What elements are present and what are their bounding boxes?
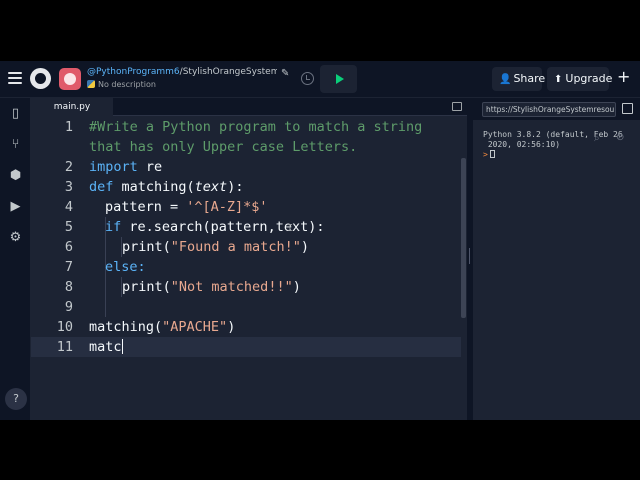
history-icon[interactable] xyxy=(301,72,314,85)
share-icon: 👤 xyxy=(499,74,512,85)
code-line[interactable]: 5 if re.search(pattern,text): xyxy=(31,217,461,237)
repl-avatar[interactable] xyxy=(59,68,81,90)
code-text: matc xyxy=(89,339,122,355)
python-icon xyxy=(87,80,95,88)
code-line[interactable]: 10 matching("APACHE") xyxy=(31,317,461,337)
line-number: 4 xyxy=(64,199,73,215)
code-text: print( xyxy=(122,279,171,295)
code-line[interactable]: 6 print("Found a match!") xyxy=(31,237,461,257)
console-output[interactable]: Python 3.8.2 (default, Feb 26 2020, 02:5… xyxy=(483,130,623,160)
repl-description: No description xyxy=(87,80,156,89)
edit-pencil-icon[interactable]: ✎ xyxy=(281,68,289,79)
editor-scrollbar[interactable] xyxy=(461,158,466,318)
code-line[interactable]: 4 pattern = '^[A-Z]*$' xyxy=(31,197,461,217)
left-sidebar: ▯ ⑂ ⬢ ▶ ⚙ ? xyxy=(0,98,31,420)
line-number: 10 xyxy=(56,319,73,335)
code-line[interactable]: 9 xyxy=(31,297,461,317)
mouse-ibeam-icon: I xyxy=(287,223,294,234)
code-line[interactable]: 7 else: xyxy=(31,257,461,277)
console-prompt: > xyxy=(483,150,488,159)
code-text: re.search(pattern,text): xyxy=(121,219,325,235)
console-line: Python 3.8.2 (default, Feb 26 xyxy=(483,130,623,139)
string-literal: '^[A-Z]*$' xyxy=(186,199,268,215)
text-cursor xyxy=(121,339,123,354)
code-line[interactable]: 8 print("Not matched!!") xyxy=(31,277,461,297)
line-number: 8 xyxy=(64,279,73,295)
upgrade-label: Upgrade xyxy=(565,72,613,85)
string-literal: "APACHE" xyxy=(162,319,228,335)
code-text: ) xyxy=(292,279,301,295)
share-label: Share xyxy=(513,72,546,85)
string-literal: "Not matched!!" xyxy=(170,279,293,295)
plus-icon[interactable]: + xyxy=(617,67,630,86)
layout-toggle-icon[interactable] xyxy=(452,102,462,111)
console-cursor xyxy=(489,150,495,158)
line-number: 11 xyxy=(56,339,73,355)
code-text: ) xyxy=(227,319,236,335)
line-number: 3 xyxy=(64,179,73,195)
description-text: No description xyxy=(98,80,156,89)
search-icon[interactable]: ⌕ xyxy=(594,133,600,144)
upgrade-button[interactable]: ⬆ Upgrade xyxy=(547,67,613,91)
repl-owner[interactable]: @PythonProgramm6 xyxy=(87,67,180,77)
code-text: re xyxy=(137,159,163,175)
clear-console-icon[interactable]: ⊘ xyxy=(616,132,624,143)
top-header: @PythonProgramm6/StylishOrangeSystemreso… xyxy=(0,61,640,98)
files-icon[interactable]: ▯ xyxy=(8,106,23,121)
run-button[interactable] xyxy=(320,65,357,93)
line-number: 5 xyxy=(64,219,73,235)
menu-icon[interactable] xyxy=(8,72,22,84)
code-line[interactable]: 3 def matching(text): xyxy=(31,177,461,197)
console-pane[interactable]: https://StylishOrangeSystemresource.pyth… xyxy=(473,98,640,420)
webview-url-input[interactable]: https://StylishOrangeSystemresource.pyth… xyxy=(482,102,616,117)
debugger-icon[interactable]: ▶ xyxy=(8,199,23,214)
code-text: that has only Upper case Letters. xyxy=(89,139,358,155)
version-control-icon[interactable]: ⑂ xyxy=(8,137,23,152)
replit-workspace: @PythonProgramm6/StylishOrangeSystemreso… xyxy=(0,61,640,420)
upgrade-icon: ⬆ xyxy=(554,74,563,85)
code-line[interactable]: 1 #Write a Python program to match a stri… xyxy=(31,117,461,137)
help-icon[interactable]: ? xyxy=(5,388,27,410)
code-area[interactable]: 1 #Write a Python program to match a stri… xyxy=(31,117,461,417)
code-line[interactable]: that has only Upper case Letters. xyxy=(31,137,461,157)
line-number: 7 xyxy=(64,259,73,275)
replit-logo-icon[interactable] xyxy=(30,68,51,89)
packages-icon[interactable]: ⬢ xyxy=(8,168,23,183)
code-text: pattern = xyxy=(105,199,187,215)
line-number: 6 xyxy=(64,239,73,255)
line-number: 1 xyxy=(64,119,73,135)
keyword: import xyxy=(89,159,138,175)
code-text: ): xyxy=(227,179,244,195)
line-number: 9 xyxy=(64,299,73,315)
tab-main-py[interactable]: main.py xyxy=(31,98,113,116)
code-editor[interactable]: main.py 1 #Write a Python program to matc… xyxy=(31,98,467,420)
string-literal: "Found a match!" xyxy=(170,239,301,255)
code-text: matching( xyxy=(89,319,163,335)
parameter: text xyxy=(194,179,228,195)
keyword: if xyxy=(105,219,122,235)
repl-name: /StylishOrangeSystemresource xyxy=(179,67,277,77)
repl-title[interactable]: @PythonProgramm6/StylishOrangeSystemreso… xyxy=(87,67,277,77)
open-in-new-tab-icon[interactable] xyxy=(622,103,633,114)
keyword: else: xyxy=(105,259,146,275)
settings-gear-icon[interactable]: ⚙ xyxy=(8,230,23,245)
keyword: def xyxy=(89,179,114,195)
console-toolbar: https://StylishOrangeSystemresource.pyth… xyxy=(473,98,640,120)
code-text: matching( xyxy=(113,179,195,195)
console-line: 2020, 02:56:10) xyxy=(483,140,561,149)
share-button[interactable]: 👤 Share xyxy=(492,67,546,91)
code-line[interactable]: 2 import re xyxy=(31,157,461,177)
code-text: #Write a Python program to match a strin… xyxy=(89,119,423,135)
code-line-active[interactable]: 11 matc xyxy=(31,337,461,357)
code-text: ) xyxy=(300,239,309,255)
code-text: print( xyxy=(122,239,171,255)
editor-tabbar: main.py xyxy=(31,98,467,116)
line-number: 2 xyxy=(64,159,73,175)
